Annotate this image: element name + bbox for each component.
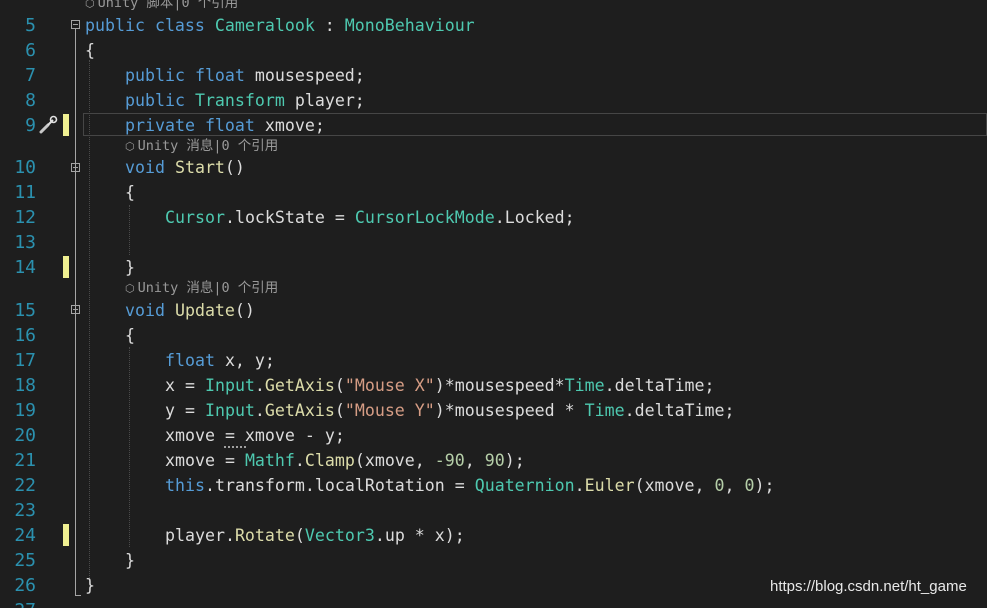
- line-number: 23: [14, 500, 36, 521]
- line-number: 10: [14, 157, 36, 178]
- code-line-7[interactable]: public float mousespeed;: [125, 63, 365, 88]
- line-number: 25: [14, 550, 36, 571]
- code-line-5[interactable]: public class Cameralook : MonoBehaviour: [85, 13, 475, 38]
- change-marker: [63, 256, 69, 278]
- line-number: 8: [25, 90, 36, 111]
- code-line-21[interactable]: xmove = Mathf.Clamp(xmove, -90, 90);: [165, 448, 525, 473]
- fold-end: [75, 595, 81, 596]
- line-number: 24: [14, 525, 36, 546]
- codelens-annotation[interactable]: ⬡ Unity 消息|0 个引用: [125, 137, 278, 155]
- line-number: 22: [14, 475, 36, 496]
- code-line-6[interactable]: {: [85, 38, 95, 63]
- code-editor[interactable]: 5 6 7 8 9 10 11 12 13 14 15 16 17 18 19 …: [0, 0, 987, 608]
- code-line-24[interactable]: player.Rotate(Vector3.up * x);: [165, 523, 465, 548]
- code-line-10[interactable]: void Start(): [125, 155, 245, 180]
- line-number: 11: [14, 182, 36, 203]
- code-line-20[interactable]: xmove = xmove - y;: [165, 423, 345, 448]
- line-number: 26: [14, 575, 36, 596]
- code-line-25[interactable]: }: [125, 548, 135, 573]
- line-number: 17: [14, 350, 36, 371]
- change-marker: [63, 524, 69, 546]
- code-line-16[interactable]: {: [125, 323, 135, 348]
- code-line-22[interactable]: this.transform.localRotation = Quaternio…: [165, 473, 774, 498]
- indent-guide: [89, 60, 90, 580]
- line-number: 18: [14, 375, 36, 396]
- change-marker: [63, 114, 69, 136]
- line-number: 15: [14, 300, 36, 321]
- code-line-12[interactable]: Cursor.lockState = CursorLockMode.Locked…: [165, 205, 575, 230]
- code-line-18[interactable]: x = Input.GetAxis("Mouse X")*mousespeed*…: [165, 373, 715, 398]
- code-line-26[interactable]: }: [85, 573, 95, 598]
- unity-cube-icon: ⬡: [125, 140, 135, 153]
- code-line-14[interactable]: }: [125, 255, 135, 280]
- line-number: 16: [14, 325, 36, 346]
- collapse-toggle[interactable]: [71, 20, 80, 29]
- line-number: 7: [25, 65, 36, 86]
- unity-cube-icon: ⬡: [85, 0, 95, 10]
- codelens-annotation[interactable]: ⬡ Unity 脚本|0 个引用: [85, 0, 238, 12]
- unity-cube-icon: ⬡: [125, 282, 135, 295]
- code-line-11[interactable]: {: [125, 180, 135, 205]
- line-number: 5: [25, 15, 36, 36]
- watermark-text: https://blog.csdn.net/ht_game: [770, 578, 967, 595]
- collapse-toggle[interactable]: [71, 163, 80, 172]
- line-number: 19: [14, 400, 36, 421]
- line-number: 21: [14, 450, 36, 471]
- indent-guide: [129, 347, 130, 547]
- quick-actions-icon[interactable]: [38, 115, 58, 135]
- line-number: 12: [14, 207, 36, 228]
- code-line-8[interactable]: public Transform player;: [125, 88, 365, 113]
- code-line-15[interactable]: void Update(): [125, 298, 255, 323]
- codelens-annotation[interactable]: ⬡ Unity 消息|0 个引用: [125, 279, 278, 297]
- code-line-9[interactable]: private float xmove;: [125, 113, 325, 138]
- code-line-19[interactable]: y = Input.GetAxis("Mouse Y")*mousespeed …: [165, 398, 735, 423]
- line-number: 20: [14, 425, 36, 446]
- collapse-toggle[interactable]: [71, 305, 80, 314]
- line-number: 6: [25, 40, 36, 61]
- line-number-current: 9: [25, 115, 36, 136]
- line-number: 14: [14, 257, 36, 278]
- line-number: 13: [14, 232, 36, 253]
- indent-guide: [129, 205, 130, 255]
- code-line-17[interactable]: float x, y;: [165, 348, 275, 373]
- line-number: 27: [0, 598, 36, 608]
